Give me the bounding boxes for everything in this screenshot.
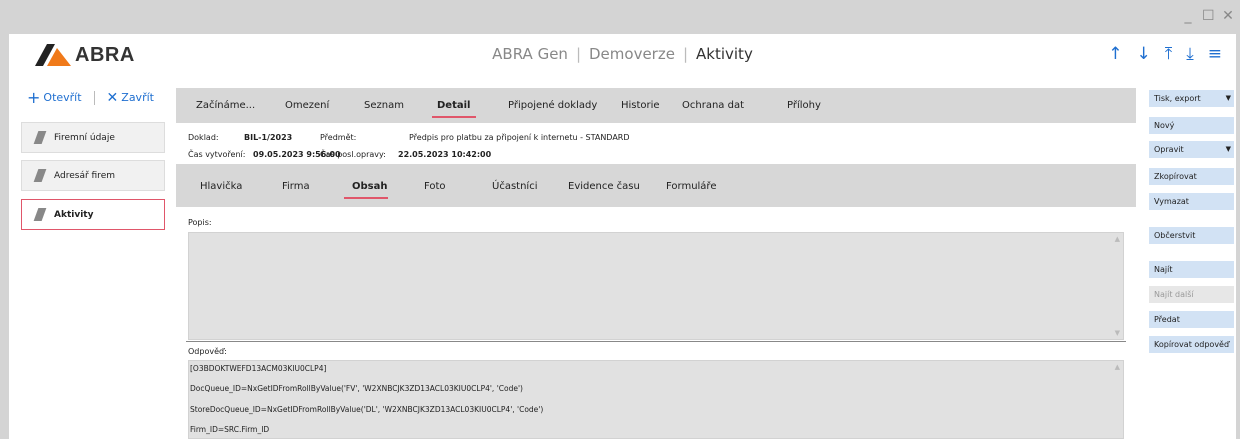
sub-tabbar: Hlavička Firma Obsah Foto Účastníci Evid… — [176, 164, 1136, 207]
module-sidebar: + Otevřít ✕ Zavřít Firemní údaje Adresář… — [9, 74, 168, 439]
predmet-value: Předpis pro platbu za připojení k intern… — [409, 133, 630, 142]
document-info: Doklad: BIL-1/2023 Předmět: Předpis pro … — [176, 123, 1136, 164]
odpoved-label: Odpověď: — [188, 347, 227, 356]
tab-ochrana-dat[interactable]: Ochrana dat — [682, 100, 744, 111]
opravit-button[interactable]: Opravit ▼ — [1149, 141, 1234, 158]
najit-dalsi-button[interactable]: Najít další — [1149, 286, 1234, 303]
doklad-value: BIL-1/2023 — [244, 133, 293, 142]
predmet-label: Předmět: — [320, 133, 357, 142]
predat-button[interactable]: Předat — [1149, 311, 1234, 328]
tab-seznam[interactable]: Seznam — [364, 100, 404, 111]
odpoved-line: Firm_ID=SRC.Firm_ID — [190, 425, 270, 434]
button-label: Tisk, export — [1154, 94, 1201, 103]
subtab-obsah[interactable]: Obsah — [352, 181, 387, 192]
arrow-up-icon[interactable]: ↑ — [1108, 44, 1122, 64]
button-label: Opravit — [1154, 145, 1184, 154]
vymazat-button[interactable]: Vymazat — [1149, 193, 1234, 210]
close-window-icon[interactable]: ✕ — [1222, 8, 1234, 24]
divider — [93, 90, 95, 105]
content-panel: Popis: ▲ ▼ Odpověď: ▲ [O3BDOKTWEFD13ACM0… — [176, 207, 1136, 439]
record-nav: ↑ ↓ ⤒ ⤓ ≡ — [1108, 44, 1222, 64]
tab-historie[interactable]: Historie — [621, 100, 660, 111]
app-title: ABRA Gen | Demoverze | Aktivity — [9, 45, 1236, 63]
window-controls: _ ☐ ✕ — [1182, 8, 1234, 24]
modified-value: 22.05.2023 10:42:00 — [398, 150, 492, 159]
active-tab-indicator — [432, 116, 476, 118]
module-label: Adresář firem — [54, 170, 115, 181]
window-titlebar: _ ☐ ✕ — [0, 0, 1240, 34]
arrow-first-icon[interactable]: ⤒ — [1165, 44, 1173, 64]
title-module: Aktivity — [696, 45, 753, 63]
module-firemni-udaje[interactable]: Firemní údaje — [21, 122, 165, 153]
tab-pripojene-doklady[interactable]: Připojené doklady — [508, 100, 597, 111]
obcerstvit-button[interactable]: Občerstvit — [1149, 227, 1234, 244]
subtab-foto[interactable]: Foto — [424, 181, 446, 192]
tisk-export-button[interactable]: Tisk, export ▼ — [1149, 90, 1234, 107]
scroll-up-icon[interactable]: ▲ — [1115, 235, 1120, 243]
module-label: Firemní údaje — [54, 132, 115, 143]
close-button[interactable]: Zavřít — [121, 91, 154, 104]
plus-icon: + — [27, 88, 41, 107]
window-border-right — [1236, 34, 1240, 439]
tab-detail[interactable]: Detail — [437, 100, 470, 111]
odpoved-line: DocQueue_ID=NxGetIDFromRollByValue('FV',… — [190, 384, 523, 393]
zkopirovat-button[interactable]: Zkopírovat — [1149, 168, 1234, 185]
title-separator: | — [682, 45, 689, 63]
modified-label: Čas posl.opravy: — [320, 150, 386, 159]
action-pane: Tisk, export ▼ Nový Opravit ▼ Zkopírovat V… — [1145, 74, 1236, 439]
module-label: Aktivity — [54, 209, 94, 220]
module-icon — [33, 131, 47, 144]
main-tabbar: Začínáme... Omezení Seznam Detail Připoj… — [176, 88, 1136, 123]
odpoved-line: StoreDocQueue_ID=NxGetIDFromRollByValue(… — [190, 405, 544, 414]
subtab-evidence-casu[interactable]: Evidence času — [568, 181, 640, 192]
scroll-up-icon[interactable]: ▲ — [1115, 363, 1120, 371]
active-subtab-indicator — [344, 197, 388, 199]
tab-zaciname[interactable]: Začínáme... — [196, 100, 255, 111]
title-separator: | — [575, 45, 581, 63]
popis-textarea[interactable]: ▲ ▼ — [188, 232, 1124, 340]
odpoved-line: [O3BDOKTWEFD13ACM03KIU0CLP4] — [190, 364, 327, 373]
app-header: ABRA ABRA Gen | Demoverze | Aktivity ↑ ↓ ⤒ ⤓… — [9, 34, 1236, 74]
caret-down-icon: ▼ — [1225, 94, 1231, 102]
tab-omezeni[interactable]: Omezení — [285, 100, 329, 111]
popis-label: Popis: — [188, 218, 212, 227]
module-adresar-firem[interactable]: Adresář firem — [21, 160, 165, 191]
separator-line — [186, 341, 1126, 342]
scroll-down-icon[interactable]: ▼ — [1115, 329, 1120, 337]
tab-prilohy[interactable]: Přílohy — [787, 100, 821, 111]
doklad-label: Doklad: — [188, 133, 219, 142]
open-button[interactable]: Otevřít — [43, 91, 81, 104]
subtab-firma[interactable]: Firma — [282, 181, 310, 192]
subtab-hlavicka[interactable]: Hlavička — [200, 181, 242, 192]
maximize-icon[interactable]: ☐ — [1202, 8, 1215, 24]
caret-down-icon: ▼ — [1225, 145, 1231, 153]
subtab-ucastnici[interactable]: Účastníci — [492, 181, 537, 192]
module-icon — [33, 208, 47, 221]
open-close-bar: + Otevřít ✕ Zavřít — [27, 88, 154, 107]
arrow-last-icon[interactable]: ⤓ — [1186, 44, 1194, 64]
title-app: ABRA Gen — [492, 45, 568, 63]
title-version: Demoverze — [589, 45, 675, 63]
module-aktivity[interactable]: Aktivity — [21, 199, 165, 230]
odpoved-textarea[interactable]: ▲ — [188, 360, 1124, 439]
module-icon — [33, 169, 47, 182]
created-label: Čas vytvoření: — [188, 150, 246, 159]
novy-button[interactable]: Nový — [1149, 117, 1234, 134]
arrow-down-icon[interactable]: ↓ — [1136, 44, 1150, 64]
subtab-formulare[interactable]: Formuláře — [666, 181, 716, 192]
window-border-left — [0, 34, 9, 439]
close-icon: ✕ — [106, 89, 119, 106]
menu-icon[interactable]: ≡ — [1208, 44, 1222, 64]
najit-button[interactable]: Najít — [1149, 261, 1234, 278]
minimize-icon[interactable]: _ — [1182, 8, 1194, 24]
kopirovat-odpoved-button[interactable]: Kopírovat odpověď — [1149, 336, 1234, 353]
